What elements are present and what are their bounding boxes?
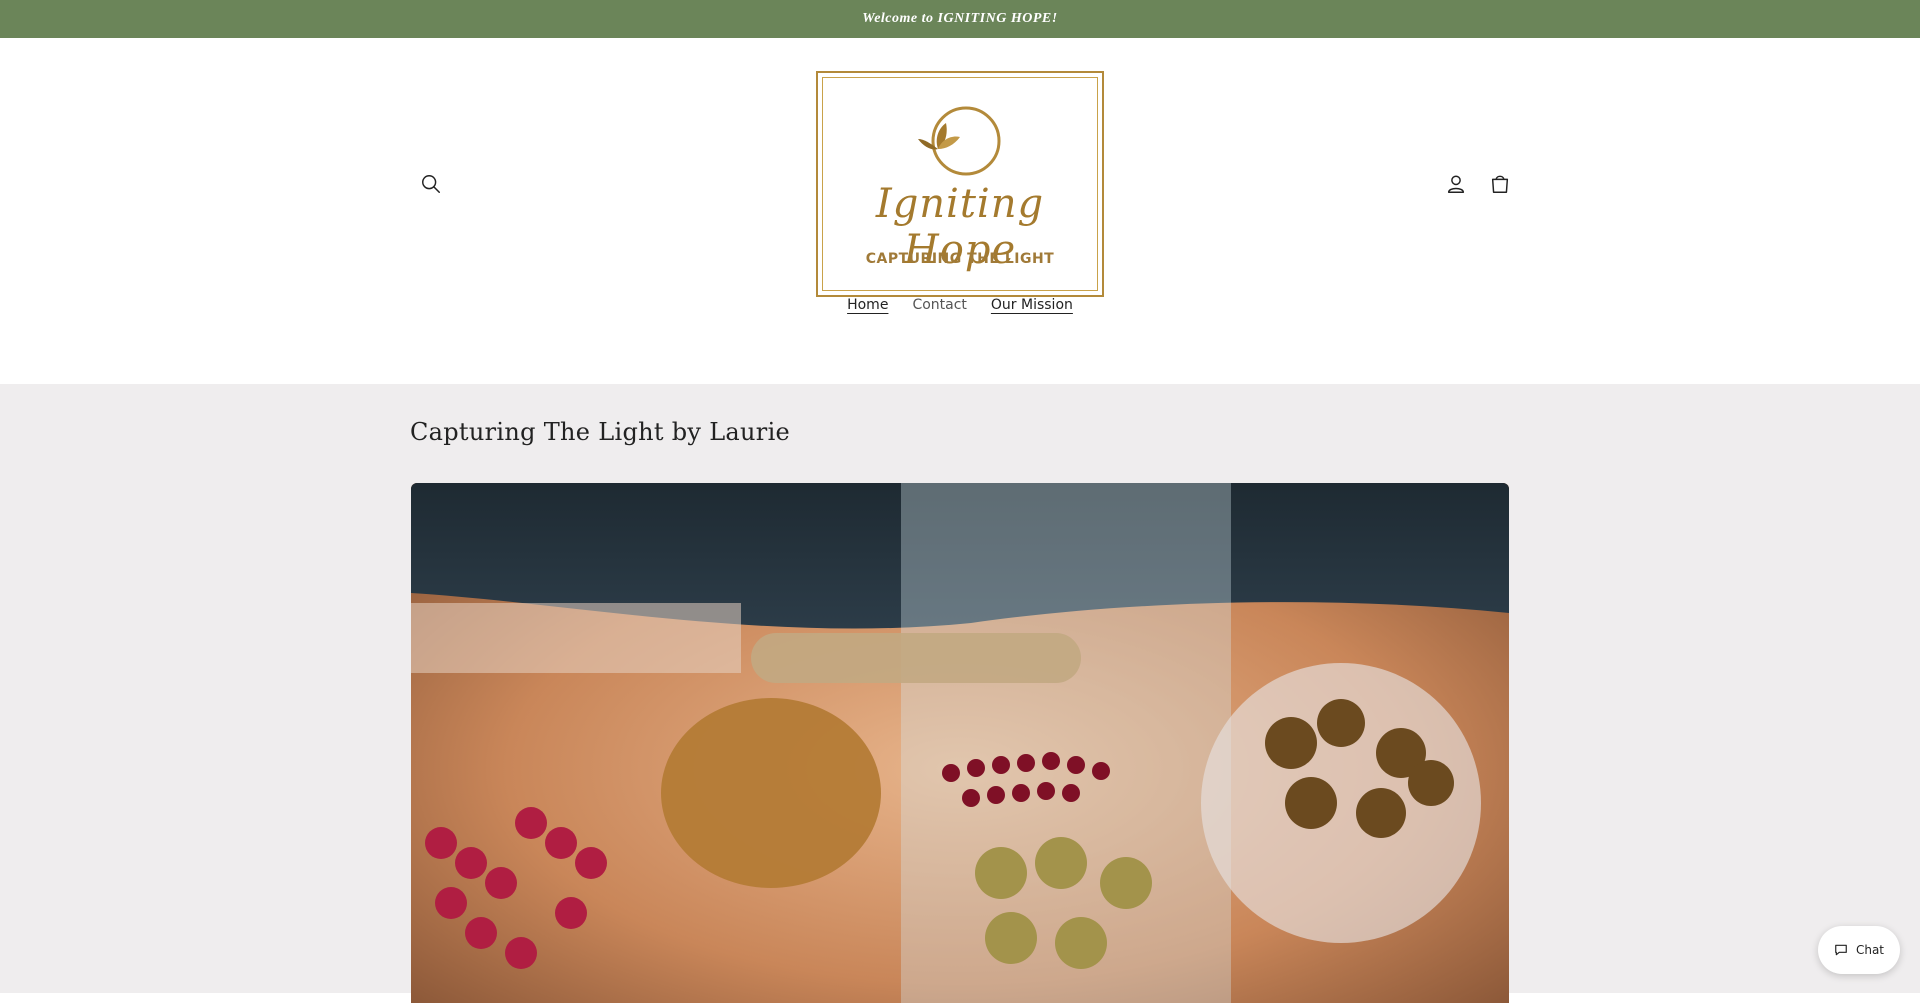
main-nav: Home Contact Our Mission	[0, 293, 1920, 323]
search-icon	[422, 175, 440, 193]
hero-image	[411, 483, 1509, 1003]
chat-button[interactable]: Chat	[1818, 926, 1900, 974]
account-icon	[1447, 175, 1465, 193]
account-button[interactable]	[1439, 167, 1473, 201]
chat-bubble-icon	[1835, 944, 1847, 956]
announcement-bar: Welcome to IGNITING HOPE!	[0, 0, 1920, 38]
cart-button[interactable]	[1483, 167, 1517, 201]
logo-tagline: CAPTURING THE LIGHT	[865, 251, 1055, 267]
main-content: Capturing The Light by Laurie	[0, 384, 1920, 1003]
search-button[interactable]	[414, 167, 448, 201]
nav-item-contact[interactable]: Contact	[912, 293, 966, 323]
nav-item-our-mission[interactable]: Our Mission	[991, 293, 1073, 323]
nav-item-home[interactable]: Home	[847, 293, 888, 323]
beads-photo-image	[411, 483, 1509, 1003]
page-title: Capturing The Light by Laurie	[410, 418, 791, 446]
chat-label: Chat	[1855, 943, 1885, 957]
announcement-text: Welcome to IGNITING HOPE!	[862, 11, 1058, 26]
site-logo[interactable]: Igniting Hope CAPTURING THE LIGHT	[816, 71, 1104, 297]
site-header: Igniting Hope CAPTURING THE LIGHT Home C…	[0, 38, 1920, 384]
cart-icon	[1491, 175, 1509, 193]
logo-leaf-circle-icon	[918, 106, 1001, 176]
